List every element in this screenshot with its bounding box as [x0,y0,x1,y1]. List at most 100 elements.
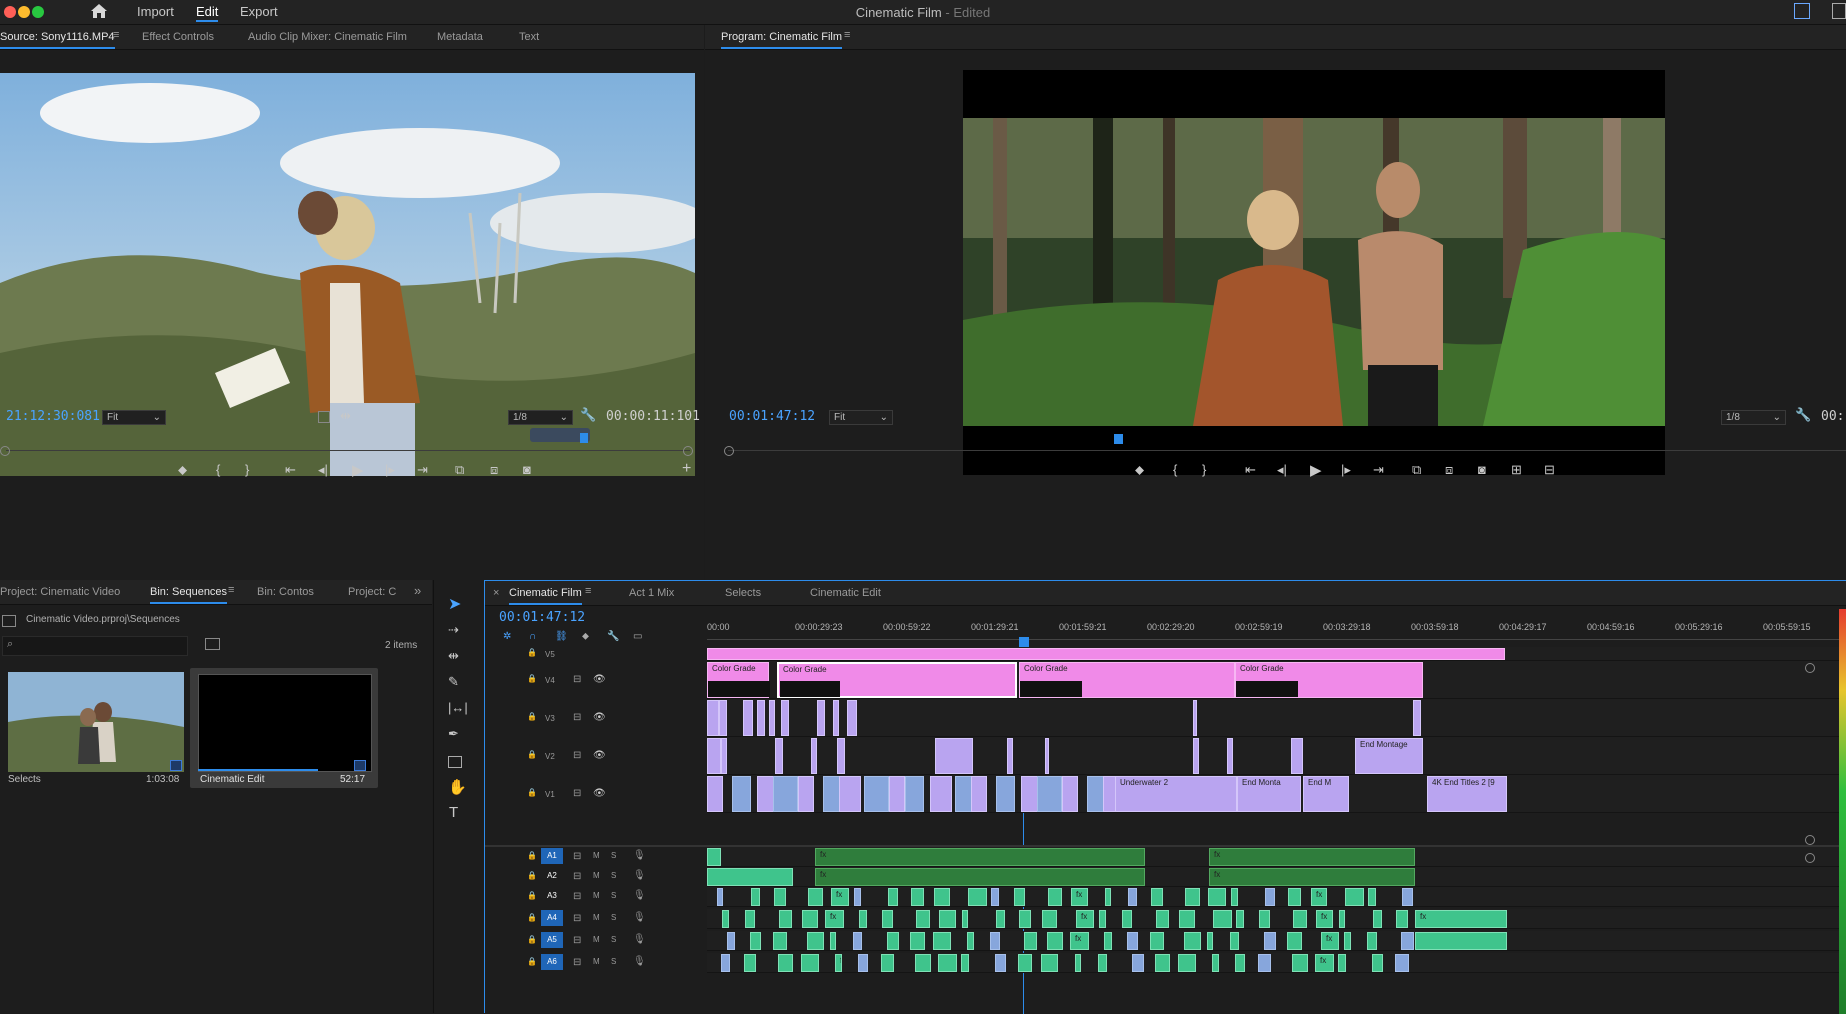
track-lane[interactable] [707,737,1846,775]
video-clip[interactable]: End M [1303,776,1349,812]
video-clip[interactable] [930,776,952,812]
mute-button[interactable]: M [593,871,600,880]
add-marker-icon[interactable]: ⬥ [582,631,589,642]
video-clip[interactable] [837,738,845,774]
insert-button-icon[interactable]: ⧉ [455,462,464,478]
audio-clip[interactable] [1373,910,1382,928]
track-name[interactable]: A2 [541,868,563,884]
video-clip[interactable] [707,648,1505,660]
track-lane[interactable] [707,953,1846,973]
go-to-in-icon[interactable]: ⇤ [1245,462,1256,478]
video-clip[interactable] [719,700,727,736]
step-back-icon[interactable]: ◂| [1277,462,1287,478]
audio-clip[interactable] [1151,888,1163,906]
eye-icon[interactable]: 👁 [593,712,606,723]
audio-clip[interactable] [1338,954,1346,972]
audio-clip[interactable] [1395,954,1409,972]
step-forward-icon[interactable]: |▸ [385,462,395,478]
video-clip[interactable] [1413,700,1421,736]
audio-clip[interactable] [1293,910,1307,928]
mute-button[interactable]: M [593,851,600,860]
toggle-sync-icon[interactable]: ⊟ [573,957,581,968]
linked-selection-icon[interactable]: ⛓ [555,631,568,642]
audio-clip[interactable] [778,954,793,972]
panel-menu-icon[interactable]: ≡ [844,29,850,41]
audio-clip[interactable] [996,910,1005,928]
lock-icon[interactable]: 🔒 [527,913,537,922]
toggle-sync-icon[interactable]: ⊟ [573,674,581,685]
add-marker-icon[interactable]: ⬥ [1135,462,1144,478]
audio-clip[interactable]: fx [825,910,844,928]
timeline-playhead-handle[interactable] [1019,637,1029,647]
track-lane[interactable] [707,909,1846,929]
audio-clip[interactable] [961,954,969,972]
audio-clip[interactable] [1259,910,1270,928]
audio-clip[interactable] [1042,910,1057,928]
audio-clip[interactable]: fx [815,848,1145,866]
insert-icon[interactable] [318,411,330,423]
audio-clip[interactable]: fx [1070,932,1089,950]
video-clip[interactable] [1062,776,1078,812]
audio-clip[interactable] [802,910,818,928]
microphone-icon[interactable]: 🎙 [633,870,646,881]
audio-clip[interactable] [881,954,894,972]
audio-clip[interactable] [707,848,721,866]
audio-clip[interactable] [721,954,730,972]
video-scroll-handle-top[interactable] [1805,663,1815,673]
video-clip[interactable] [817,700,825,736]
audio-clip[interactable] [1368,888,1376,906]
video-clip[interactable] [732,776,751,812]
slip-tool-icon[interactable]: |↔| [448,700,468,715]
audio-clip[interactable] [911,888,924,906]
pen-tool-icon[interactable]: ✒ [448,726,459,742]
track-lane[interactable] [707,931,1846,951]
export-frame-icon[interactable]: ◙ [1478,462,1486,477]
tab-source[interactable]: Source: Sony1116.MP4 [0,31,115,49]
audio-clip[interactable] [1104,932,1112,950]
audio-clip[interactable] [1258,954,1271,972]
audio-clip[interactable] [1150,932,1164,950]
comparison-view-icon[interactable]: ⊞ [1511,462,1522,478]
track-lane[interactable] [707,887,1846,907]
lock-icon[interactable]: 🔒 [527,957,537,966]
audio-clip[interactable] [1132,954,1144,972]
track-name[interactable]: A6 [541,954,563,970]
play-icon[interactable]: ▶ [1310,461,1322,479]
audio-clip[interactable] [1230,932,1239,950]
audio-clip[interactable] [744,954,756,972]
video-clip[interactable] [864,776,889,812]
go-to-out-icon[interactable]: ⇥ [417,462,428,478]
audio-clip[interactable] [858,954,868,972]
audio-clip[interactable] [1184,932,1201,950]
audio-clip[interactable] [1402,888,1413,906]
bin-item-selects[interactable]: Selects 1:03:08 [4,672,186,785]
audio-clip[interactable] [1401,932,1414,950]
microphone-icon[interactable]: 🎙 [633,934,646,945]
audio-clip[interactable] [1235,954,1245,972]
track-select-tool-icon[interactable]: ⇢ [448,622,459,638]
lock-icon[interactable]: 🔒 [527,871,537,880]
video-clip[interactable] [707,776,723,812]
microphone-icon[interactable]: 🎙 [633,890,646,901]
wrench-icon[interactable]: 🔧 [1795,407,1811,423]
mute-button[interactable]: M [593,913,600,922]
source-zoom-handle-left[interactable] [0,446,10,456]
audio-clip[interactable] [707,868,793,886]
audio-clip[interactable] [1179,910,1195,928]
tab-effect-controls[interactable]: Effect Controls [142,31,214,43]
tab-text[interactable]: Text [519,31,539,43]
play-icon[interactable]: ▶ [352,461,364,479]
source-resolution-select[interactable]: 1/8 ⌄ [508,410,573,425]
audio-clip[interactable] [938,954,957,972]
video-clip[interactable] [811,738,817,774]
go-to-out-icon[interactable]: ⇥ [1373,462,1384,478]
audio-clip[interactable] [854,888,861,906]
lock-icon[interactable]: 🔒 [527,891,537,900]
audio-clip[interactable] [773,932,787,950]
audio-clip[interactable]: fx [1311,888,1327,906]
audio-clip[interactable] [1024,932,1037,950]
mute-button[interactable]: M [593,891,600,900]
wrench-icon[interactable]: 🔧 [580,407,596,423]
audio-clip[interactable] [887,932,899,950]
audio-clip[interactable]: fx [815,868,1145,886]
